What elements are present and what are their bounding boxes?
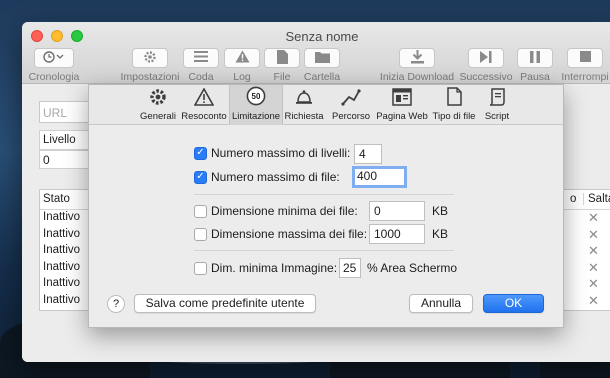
tab-label: Resoconto xyxy=(181,111,227,122)
speed-limit-icon: 50 xyxy=(246,86,266,109)
tab-label: Percorso xyxy=(331,111,370,122)
settings-sheet: Generali Resoconto 50 Limitazione Richie… xyxy=(88,84,564,328)
tab-generali[interactable]: Generali xyxy=(137,85,179,125)
max-levels-option[interactable]: ✓ Numero massimo di livelli: xyxy=(194,146,350,160)
max-file-size-option[interactable]: Dimensione massima dei file: xyxy=(194,227,367,241)
tab-tipo-di-file[interactable]: Tipo di file xyxy=(429,85,479,125)
skip-x-icon[interactable]: ✕ xyxy=(588,227,599,243)
min-image-field[interactable]: 25 xyxy=(339,258,361,278)
max-files-option[interactable]: ✓ Numero massimo di file: xyxy=(194,170,340,184)
divider xyxy=(194,250,454,251)
tab-pagina-web[interactable]: Pagina Web xyxy=(375,85,429,125)
path-icon xyxy=(341,88,361,109)
max-files-checkbox[interactable]: ✓ xyxy=(194,170,207,184)
tab-label: Script xyxy=(484,111,510,122)
min-file-size-option[interactable]: Dimensione minima dei file: xyxy=(194,204,358,218)
row-status: Inattivo xyxy=(43,211,81,223)
max-file-size-unit: KB xyxy=(432,227,449,241)
pause-icon xyxy=(530,50,540,66)
tab-label: Limitazione xyxy=(231,111,281,122)
skip-x-icon[interactable]: ✕ xyxy=(588,260,599,276)
clock-icon xyxy=(43,50,65,66)
row-status: Inattivo xyxy=(43,227,81,240)
script-icon xyxy=(488,87,506,109)
max-levels-field[interactable]: 4 xyxy=(354,144,382,164)
toolbar-interrompi[interactable]: Interrompi xyxy=(545,48,610,83)
max-file-size-checkbox[interactable] xyxy=(194,227,207,241)
toolbar-label: Inizia Download xyxy=(379,71,455,83)
row-status: Inattivo xyxy=(43,244,81,257)
tab-script[interactable]: Script xyxy=(479,85,515,125)
tab-resoconto[interactable]: Resoconto xyxy=(179,85,229,125)
window-title: Senza nome xyxy=(285,29,359,44)
file-icon xyxy=(276,49,288,67)
max-levels-checkbox[interactable]: ✓ xyxy=(194,146,207,160)
next-icon xyxy=(480,50,492,66)
min-image-option[interactable]: Dim. minima Immagine: xyxy=(194,261,337,275)
skip-x-icon[interactable]: ✕ xyxy=(588,243,599,259)
min-file-size-checkbox[interactable] xyxy=(194,204,207,218)
cancel-button[interactable]: Annulla xyxy=(409,294,473,313)
divider xyxy=(194,194,454,195)
warning-icon xyxy=(235,50,250,66)
tab-label: Richiesta xyxy=(284,111,324,122)
bell-icon xyxy=(294,88,314,109)
tab-percorso[interactable]: Percorso xyxy=(327,85,375,125)
gear-icon xyxy=(149,88,167,109)
col-salta[interactable]: Salta xyxy=(583,193,610,205)
skip-x-icon[interactable]: ✕ xyxy=(588,276,599,292)
toolbar-cartella[interactable]: Cartella xyxy=(290,48,354,83)
skip-x-icon[interactable]: ✕ xyxy=(588,293,599,309)
col-stato[interactable]: Stato xyxy=(43,193,70,205)
tab-label: Generali xyxy=(140,111,176,122)
min-image-checkbox[interactable] xyxy=(194,261,207,275)
max-file-size-label: Dimensione massima dei file: xyxy=(211,227,368,241)
row-status: Inattivo xyxy=(43,260,81,273)
toolbar-inizia-download[interactable]: Inizia Download xyxy=(373,48,461,83)
help-button[interactable]: ? xyxy=(107,295,125,313)
document-icon xyxy=(446,87,462,109)
min-file-size-unit: KB xyxy=(432,204,449,218)
title-bar: Senza nome Cronologia Impostazioni Coda … xyxy=(22,22,610,84)
toolbar-label: Interrompi xyxy=(561,71,609,83)
webpage-icon xyxy=(392,88,412,109)
warning-icon xyxy=(193,87,215,109)
max-levels-label: Numero massimo di livelli: xyxy=(211,146,351,160)
folder-icon xyxy=(314,51,330,66)
max-file-size-field[interactable]: 1000 xyxy=(369,224,425,244)
toolbar-cronologia[interactable]: Cronologia xyxy=(22,48,86,83)
save-default-button[interactable]: Salva come predefinite utente xyxy=(134,294,316,313)
row-status: Inattivo xyxy=(43,277,81,290)
tab-limitazione[interactable]: 50 Limitazione xyxy=(229,85,283,125)
speed-limit-value: 50 xyxy=(252,92,261,101)
toolbar-label: Cartella xyxy=(303,71,341,83)
list-icon xyxy=(194,51,208,65)
gear-icon xyxy=(143,50,157,67)
min-file-size-label: Dimensione minima dei file: xyxy=(211,204,358,218)
row-status: Inattivo xyxy=(43,293,81,306)
tab-richiesta[interactable]: Richiesta xyxy=(283,85,325,125)
max-files-label: Numero massimo di file: xyxy=(211,170,340,184)
max-files-field[interactable]: 400 xyxy=(352,166,407,188)
col-o[interactable]: o xyxy=(570,193,576,205)
min-file-size-field[interactable]: 0 xyxy=(369,201,425,221)
toolbar-label: Cronologia xyxy=(28,71,80,83)
download-icon xyxy=(410,49,424,67)
tab-label: Pagina Web xyxy=(376,111,428,122)
skip-x-icon[interactable]: ✕ xyxy=(588,210,599,226)
tab-label: Tipo di file xyxy=(432,111,476,122)
min-image-label: Dim. minima Immagine: xyxy=(211,261,338,275)
settings-tabbar: Generali Resoconto 50 Limitazione Richie… xyxy=(89,85,563,125)
ok-button[interactable]: OK xyxy=(483,294,544,313)
min-image-unit: % Area Schermo xyxy=(367,261,458,275)
stop-icon xyxy=(579,51,591,65)
